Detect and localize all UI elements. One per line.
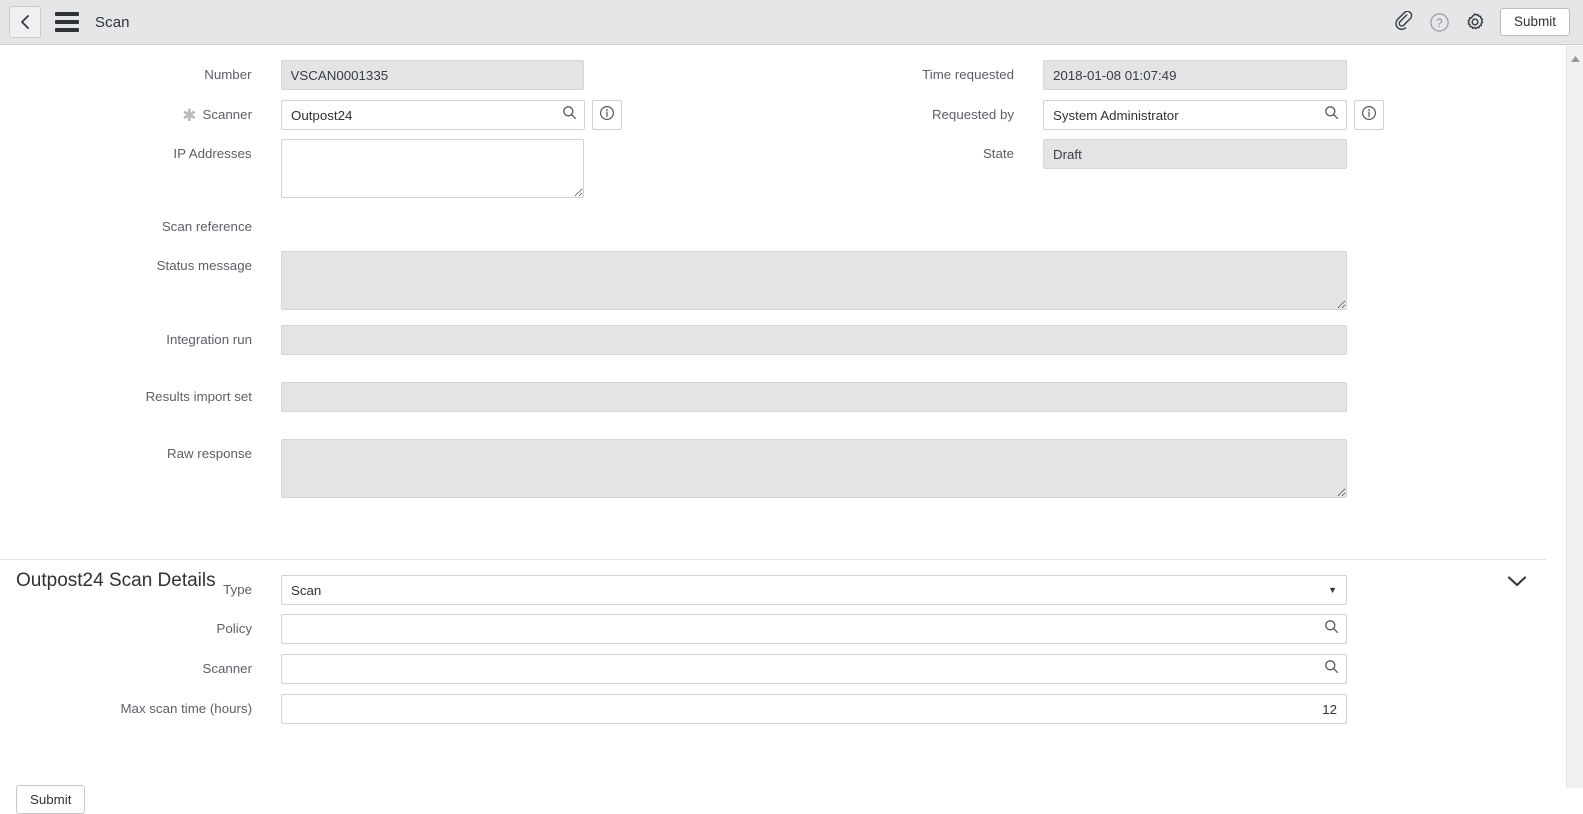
field-label-requested-by: Requested by <box>762 100 1014 122</box>
field-row-scanner: ✱Scanner <box>0 100 625 130</box>
field-label-integration-run: Integration run <box>0 325 252 347</box>
header-actions: ? Submit <box>1393 8 1583 36</box>
vertical-scrollbar[interactable] <box>1566 46 1583 788</box>
max-scan-time-input[interactable] <box>281 694 1347 724</box>
field-label-state: State <box>762 139 1014 161</box>
field-row-status-message: Status message <box>0 251 1350 310</box>
search-icon <box>562 105 577 125</box>
raw-response-textarea[interactable] <box>281 439 1347 498</box>
gear-icon[interactable] <box>1464 11 1486 33</box>
field-label-scan-reference: Scan reference <box>0 219 252 234</box>
policy-input[interactable] <box>281 614 1317 644</box>
required-asterisk-icon: ✱ <box>182 109 196 122</box>
field-label-results-import-set: Results import set <box>0 382 252 404</box>
chevron-down-icon <box>1506 575 1528 592</box>
section-scanner-lookup-button[interactable] <box>1317 654 1347 684</box>
type-select[interactable]: Scan <box>281 575 1347 605</box>
submit-button-header[interactable]: Submit <box>1500 8 1570 36</box>
field-label-section-scanner: Scanner <box>0 654 252 676</box>
results-import-set-input[interactable] <box>281 382 1347 412</box>
field-row-number: Number <box>0 60 584 90</box>
section-divider <box>0 559 1546 560</box>
section-collapse-button[interactable] <box>1506 574 1528 593</box>
integration-run-input[interactable] <box>281 325 1347 355</box>
field-row-state: State <box>762 139 1347 169</box>
info-circle-icon <box>1361 105 1377 126</box>
time-requested-input[interactable] <box>1043 60 1347 90</box>
field-row-section-scanner: Scanner <box>0 654 1350 684</box>
app-header: Scan ? Submit <box>0 0 1583 45</box>
field-label-max-scan-time: Max scan time (hours) <box>0 694 252 716</box>
requested-by-input[interactable] <box>1043 100 1317 130</box>
number-input[interactable] <box>281 60 584 90</box>
field-label-type: Type <box>0 575 252 597</box>
field-label-raw-response: Raw response <box>0 439 252 461</box>
back-button[interactable] <box>9 6 41 38</box>
svg-text:?: ? <box>1436 17 1442 29</box>
scanner-info-button[interactable] <box>592 100 622 130</box>
field-row-policy: Policy <box>0 614 1350 644</box>
question-circle-icon[interactable]: ? <box>1429 12 1450 33</box>
form-body: Number ✱Scanner <box>0 46 1566 788</box>
state-input[interactable] <box>1043 139 1347 169</box>
requested-by-lookup-button[interactable] <box>1317 100 1347 130</box>
field-label-policy: Policy <box>0 614 252 636</box>
chevron-left-icon <box>19 14 32 30</box>
field-row-time-requested: Time requested <box>762 60 1347 90</box>
field-row-results-import-set: Results import set <box>0 382 1350 412</box>
field-row-requested-by: Requested by <box>762 100 1384 130</box>
ip-addresses-textarea[interactable] <box>281 139 584 198</box>
field-row-integration-run: Integration run <box>0 325 1350 355</box>
field-label-scanner: ✱Scanner <box>0 100 252 122</box>
field-row-raw-response: Raw response <box>0 439 1350 498</box>
search-icon <box>1324 659 1339 679</box>
field-label-status-message: Status message <box>0 251 252 273</box>
search-icon <box>1324 619 1339 639</box>
section-scanner-input[interactable] <box>281 654 1317 684</box>
scanner-lookup-button[interactable] <box>555 100 585 130</box>
requested-by-info-button[interactable] <box>1354 100 1384 130</box>
field-label-ip-addresses: IP Addresses <box>0 139 252 161</box>
status-message-textarea[interactable] <box>281 251 1347 310</box>
field-row-max-scan-time: Max scan time (hours) <box>0 694 1350 724</box>
info-circle-icon <box>599 105 615 126</box>
policy-lookup-button[interactable] <box>1317 614 1347 644</box>
field-row-type: Type Scan ▼ <box>0 575 1350 605</box>
hamburger-menu-icon[interactable] <box>55 12 79 32</box>
scanner-input[interactable] <box>281 100 555 130</box>
field-label-time-requested: Time requested <box>762 60 1014 82</box>
page-title: Scan <box>95 14 130 31</box>
search-icon <box>1324 105 1339 125</box>
scroll-up-arrow[interactable] <box>1567 50 1583 68</box>
field-row-ip-addresses: IP Addresses <box>0 139 584 198</box>
field-label-number: Number <box>0 60 252 82</box>
field-row-scan-reference: Scan reference <box>0 219 1350 234</box>
submit-button-footer[interactable]: Submit <box>16 785 85 814</box>
paperclip-icon[interactable] <box>1393 11 1415 33</box>
